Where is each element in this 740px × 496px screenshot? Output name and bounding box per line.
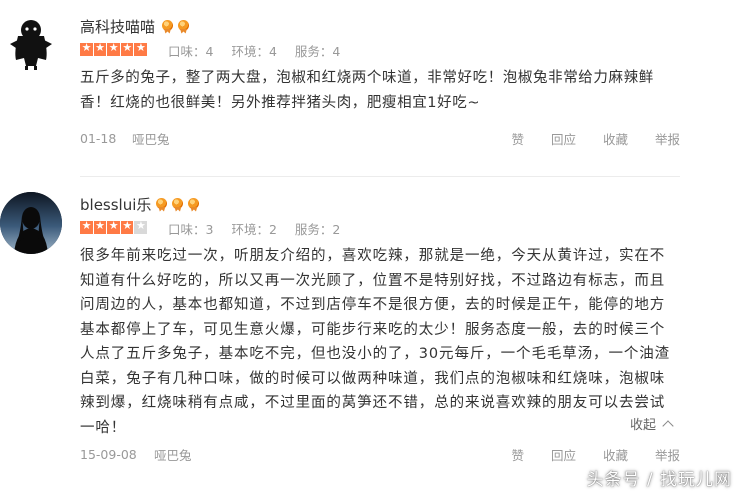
avatar[interactable] bbox=[0, 192, 62, 254]
review-meta: 01-18 哑巴兔 赞 回应 收藏 举报 bbox=[80, 128, 680, 148]
shop-name[interactable]: 哑巴兔 bbox=[132, 129, 170, 148]
star-icon bbox=[134, 219, 147, 234]
favorite-button[interactable]: 收藏 bbox=[603, 445, 628, 464]
star-icon bbox=[134, 41, 147, 56]
star-rating bbox=[80, 219, 148, 235]
divider bbox=[80, 176, 680, 177]
avatar-image bbox=[0, 192, 62, 254]
vip-badge-icon bbox=[161, 19, 174, 34]
service-score: 服务：2 bbox=[294, 221, 341, 237]
report-button[interactable]: 举报 bbox=[655, 445, 680, 464]
review-actions: 赞 回应 收藏 举报 bbox=[484, 445, 680, 464]
user-row: blesslui乐 bbox=[80, 192, 200, 216]
favorite-button[interactable]: 收藏 bbox=[603, 129, 628, 148]
username[interactable]: 高科技喵喵 bbox=[80, 16, 155, 37]
review-date: 15-09-08 bbox=[80, 446, 137, 462]
taste-score: 口味：4 bbox=[168, 43, 214, 59]
vip-badge-icon bbox=[171, 197, 184, 212]
star-icon bbox=[120, 219, 134, 234]
vip-badge-icon bbox=[155, 197, 168, 212]
avatar-image bbox=[2, 14, 60, 72]
sub-scores: 口味：3 环境：2 服务：2 bbox=[168, 219, 358, 238]
sub-scores: 口味：4 环境：4 服务：4 bbox=[168, 41, 358, 60]
review-date: 01-18 bbox=[80, 130, 117, 146]
review-item: 高科技喵喵 口味：4 环境：4 服务：4 五斤多的兔子，整了两大盘，泡椒和红烧两… bbox=[0, 0, 740, 172]
star-icon bbox=[80, 41, 93, 56]
taste-score: 口味：3 bbox=[168, 221, 214, 237]
user-row: 高科技喵喵 bbox=[80, 14, 190, 38]
collapse-label: 收起 bbox=[630, 418, 657, 433]
rating-row: 口味：4 环境：4 服务：4 bbox=[80, 41, 358, 60]
star-rating bbox=[80, 41, 148, 57]
watermark: 头条号 / 找玩儿网 bbox=[586, 470, 732, 490]
like-button[interactable]: 赞 bbox=[511, 445, 524, 464]
star-icon bbox=[120, 41, 134, 56]
service-score: 服务：4 bbox=[294, 43, 341, 59]
chevron-up-icon bbox=[662, 419, 674, 432]
review-meta: 15-09-08 哑巴兔 赞 回应 收藏 举报 bbox=[80, 444, 680, 464]
review-text: 五斤多的兔子，整了两大盘，泡椒和红烧两个味道，非常好吃！泡椒兔非常给力麻辣鲜香！… bbox=[80, 70, 654, 111]
star-icon bbox=[80, 219, 93, 234]
review-item: blesslui乐 口味：3 环境：2 服务：2 很多年前来吃过一次，听朋友介绍… bbox=[0, 178, 740, 468]
vip-badge-icon bbox=[177, 19, 190, 34]
username[interactable]: blesslui乐 bbox=[80, 194, 151, 215]
shop-name[interactable]: 哑巴兔 bbox=[154, 445, 192, 464]
star-icon bbox=[93, 219, 107, 234]
like-button[interactable]: 赞 bbox=[511, 129, 524, 148]
avatar[interactable] bbox=[2, 14, 60, 72]
environment-score: 环境：4 bbox=[231, 43, 277, 59]
review-text: 很多年前来吃过一次，听朋友介绍的，喜欢吃辣，那就是一绝，今天从黄许过，实在不知道… bbox=[80, 248, 671, 436]
star-icon bbox=[107, 41, 120, 56]
reply-button[interactable]: 回应 bbox=[551, 445, 576, 464]
collapse-button[interactable]: 收起 bbox=[630, 414, 674, 433]
review-actions: 赞 回应 收藏 举报 bbox=[484, 129, 680, 148]
report-button[interactable]: 举报 bbox=[655, 129, 680, 148]
reply-button[interactable]: 回应 bbox=[551, 129, 576, 148]
rating-row: 口味：3 环境：2 服务：2 bbox=[80, 219, 358, 238]
environment-score: 环境：2 bbox=[231, 221, 277, 237]
star-icon bbox=[107, 219, 120, 234]
vip-badge-icon bbox=[187, 197, 200, 212]
star-icon bbox=[93, 41, 107, 56]
